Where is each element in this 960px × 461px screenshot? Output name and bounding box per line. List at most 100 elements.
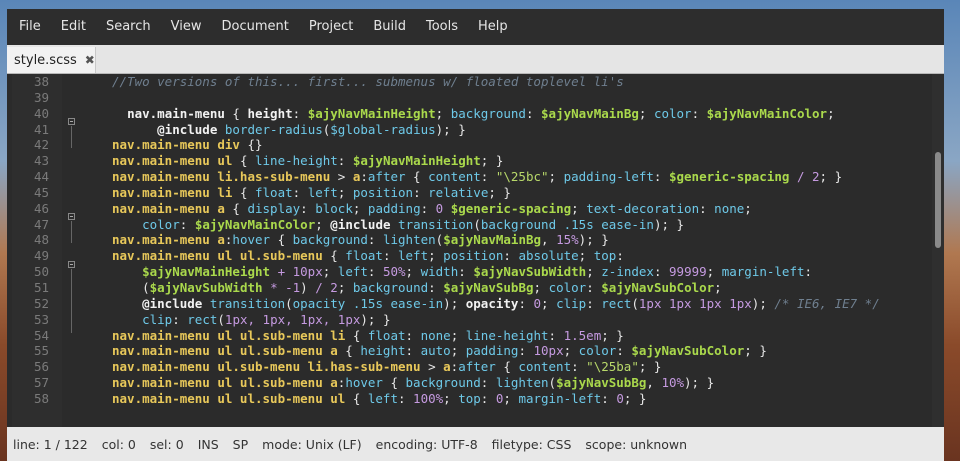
code-token: margin-left xyxy=(518,390,602,406)
code-token: $ajyNavSubBg xyxy=(443,279,534,295)
fold-marker-icon[interactable] xyxy=(68,118,75,125)
code-text[interactable]: //Two versions of this... first... subme… xyxy=(112,74,930,427)
code-token: nav.main-menu ul ul.sub-menu ul xyxy=(112,390,346,406)
menu-view[interactable]: View xyxy=(163,9,210,45)
code-token: : xyxy=(616,343,632,359)
scrollbar-thumb[interactable] xyxy=(935,152,941,248)
code-line: nav.main-menu ul ul.sub-menu a: hover { b… xyxy=(112,375,930,391)
code-token: top xyxy=(458,390,481,406)
code-token: transition xyxy=(398,216,474,232)
code-token: 1px, 1px, 1px, 1px xyxy=(224,311,361,327)
code-token: : xyxy=(292,184,308,200)
menu-search[interactable]: Search xyxy=(98,9,159,45)
code-token: ); xyxy=(751,295,775,311)
code-line: nav.main-menu li.has-sub-menu > a:after … xyxy=(112,169,930,185)
code-token: float xyxy=(367,327,406,343)
vertical-scrollbar[interactable] xyxy=(932,74,944,427)
code-token: left xyxy=(307,184,338,200)
code-token: ; xyxy=(315,216,331,232)
code-token: height xyxy=(360,343,406,359)
code-token: ( xyxy=(112,279,150,295)
code-token: ( xyxy=(631,295,639,311)
menu-help[interactable]: Help xyxy=(470,9,516,45)
code-token: : xyxy=(518,343,534,359)
code-token: position xyxy=(443,248,504,264)
line-number: 53 xyxy=(33,311,49,327)
code-token: nav.main-menu li.has-sub-menu xyxy=(112,169,331,185)
code-token: nav.main-menu ul ul.sub-menu a xyxy=(112,343,338,359)
code-token: display xyxy=(247,200,301,216)
code-editor[interactable]: 38 39 40 41 42 43 44 45 46 47 48 49 50 51 52 53 54 55 56 57… xyxy=(12,74,944,427)
code-line: nav.main-menu ul { line-height: $ajyNavM… xyxy=(112,153,930,169)
code-token: ( xyxy=(473,216,481,232)
code-token: transition xyxy=(209,295,286,311)
code-token: line-height xyxy=(465,327,549,343)
line-number: 49 xyxy=(33,248,49,264)
code-token: ; } xyxy=(744,343,767,359)
status-item: encoding: UTF-8 xyxy=(375,436,478,452)
code-token: padding xyxy=(465,343,519,359)
menu-build[interactable]: Build xyxy=(365,9,414,45)
code-token: @include xyxy=(157,121,218,137)
code-token: , xyxy=(541,232,557,248)
menu-file[interactable]: File xyxy=(11,9,49,45)
code-token: ; } xyxy=(623,390,647,406)
code-token: ; } xyxy=(601,327,624,343)
code-token: : xyxy=(300,200,316,216)
code-token: "\25ba" xyxy=(586,359,639,375)
code-token: content xyxy=(518,359,572,375)
code-token: ; xyxy=(503,390,519,406)
code-token: "\25bc" xyxy=(495,169,549,185)
code-token: a xyxy=(443,359,451,375)
code-token: opacity .15s ease-in xyxy=(292,295,444,311)
code-token: padding-left xyxy=(563,169,654,185)
code-token: : xyxy=(480,390,496,406)
code-token: : xyxy=(653,169,669,185)
code-token: ) xyxy=(300,279,316,295)
code-token: : xyxy=(420,200,436,216)
tab-style-scss[interactable]: style.scss ✖ xyxy=(7,47,96,73)
code-token: width xyxy=(420,264,459,280)
menu-tools[interactable]: Tools xyxy=(418,9,466,45)
code-line: nav.main-menu ul.sub-menu li.has-sub-men… xyxy=(112,359,930,375)
code-token: ; xyxy=(714,279,722,295)
code-token: opacity xyxy=(465,295,519,311)
menu-edit[interactable]: Edit xyxy=(53,9,94,45)
code-line: nav.main-menu ul ul.sub-menu li { float:… xyxy=(112,328,930,344)
code-token: ; xyxy=(450,327,466,343)
line-number: 43 xyxy=(33,153,49,169)
code-token: { xyxy=(405,169,429,185)
code-token: : xyxy=(397,390,414,406)
close-icon[interactable]: ✖ xyxy=(85,53,95,67)
code-token: nav.main-menu ul xyxy=(112,153,233,169)
code-token: $ajyNavMainColor xyxy=(706,105,828,121)
code-token: background xyxy=(405,375,481,391)
line-number: 51 xyxy=(33,279,49,295)
code-token: $ajyNavMainHeight xyxy=(352,153,481,169)
code-line: @include transition ( opacity .15s ease-in… xyxy=(112,296,930,312)
code-token: ); } xyxy=(578,232,609,248)
line-number: 47 xyxy=(33,216,49,232)
code-line: nav.main-menu ul ul.sub-menu { float: le… xyxy=(112,248,930,264)
code-token: ( xyxy=(217,311,225,327)
code-token: absolute xyxy=(518,248,579,264)
code-line: //Two versions of this... first... subme… xyxy=(112,74,930,90)
code-token: : xyxy=(480,169,496,185)
code-token: ; xyxy=(541,295,557,311)
code-token: nav.main-menu xyxy=(127,105,225,121)
code-token: nav.main-menu div xyxy=(112,137,240,153)
code-token: @include xyxy=(142,295,203,311)
menu-project[interactable]: Project xyxy=(301,9,361,45)
code-token: text-decoration xyxy=(586,200,700,216)
status-bar: line: 1 / 122 col: 0 sel: 0 INS SP mode: Unix… xyxy=(7,427,944,461)
fold-marker-icon[interactable] xyxy=(68,213,75,220)
fold-marker-icon[interactable] xyxy=(68,261,75,268)
menu-document[interactable]: Document xyxy=(213,9,296,45)
code-line: nav.main-menu li { float: left; position… xyxy=(112,185,930,201)
